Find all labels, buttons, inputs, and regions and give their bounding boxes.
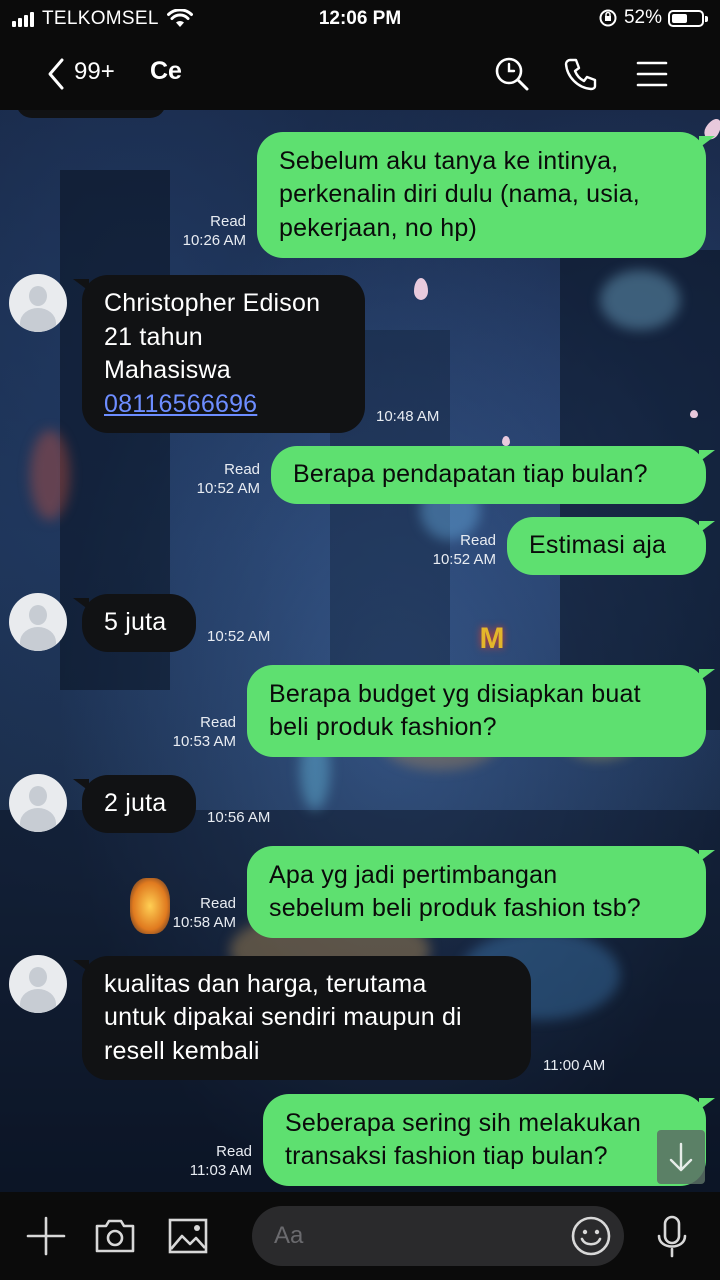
message-meta: Read 10:53 AM: [140, 713, 236, 751]
message-text: 5 juta: [104, 608, 167, 637]
message-meta: Read 11:03 AM: [156, 1142, 252, 1180]
phone-number-link[interactable]: 08116566696: [104, 388, 343, 422]
message-text: Berapa pendapatan tiap bulan?: [293, 460, 648, 489]
read-status: Read: [210, 213, 246, 230]
message-text-line: 21 tahun: [104, 322, 203, 351]
message-time: 10:52 AM: [432, 551, 496, 568]
message-bubble-outgoing[interactable]: Estimasi aja: [507, 517, 715, 575]
message-time: 10:48 AM: [376, 408, 440, 425]
avatar[interactable]: [9, 593, 67, 651]
message-text: Estimasi aja: [529, 531, 667, 560]
battery-percentage: 52%: [623, 7, 662, 28]
phone-icon[interactable]: [561, 54, 601, 94]
battery-icon: [668, 9, 708, 27]
menu-icon[interactable]: [632, 54, 672, 94]
message-meta: Read 10:52 AM: [400, 531, 496, 569]
arrow-down-icon: [669, 1142, 693, 1172]
message-bubble-outgoing[interactable]: Sebelum aku tanya ke intinya, perkenalin…: [257, 132, 715, 258]
message-time: 10:52 AM: [207, 628, 271, 645]
chat-header: 99+ Ce: [0, 38, 720, 110]
emoji-icon[interactable]: [569, 1214, 613, 1258]
message-time: 11:00 AM: [543, 1057, 606, 1074]
avatar[interactable]: [9, 774, 67, 832]
message-time: 10:58 AM: [172, 914, 236, 931]
message-bubble-outgoing[interactable]: Apa yg jadi pertimbangan sebelum beli pr…: [247, 846, 715, 938]
back-icon[interactable]: [38, 54, 78, 94]
message-meta: Read 10:52 AM: [164, 460, 260, 498]
message-bubble-outgoing[interactable]: Berapa pendapatan tiap bulan?: [271, 446, 715, 504]
message-text: Sebelum aku tanya ke intinya, perkenalin…: [279, 146, 640, 242]
read-status: Read: [200, 895, 236, 912]
battery-level-fill: [672, 13, 687, 23]
message-bubble-partial: [16, 110, 166, 118]
orientation-lock-icon: [599, 9, 617, 27]
message-text-line: Christopher Edison: [104, 289, 321, 317]
avatar[interactable]: [9, 274, 67, 332]
read-status: Read: [216, 1143, 252, 1160]
message-bubble-incoming[interactable]: Christopher Edison 21 tahun Mahasiswa 08…: [73, 275, 365, 433]
message-time: 10:56 AM: [207, 809, 271, 826]
message-bubble-outgoing[interactable]: Seberapa sering sih melakukan transaksi …: [263, 1094, 715, 1186]
message-text-line: Mahasiswa: [104, 356, 231, 384]
image-icon[interactable]: [166, 1214, 210, 1258]
message-bubble-outgoing[interactable]: Berapa budget yg disiapkan buat beli pro…: [247, 665, 715, 757]
chat-name[interactable]: Ce: [150, 57, 182, 86]
read-status: Read: [200, 714, 236, 731]
message-time: 11:03 AM: [189, 1162, 252, 1179]
message-time: 10:26 AM: [182, 232, 246, 249]
message-time: 10:52 AM: [196, 480, 260, 497]
read-status: Read: [224, 461, 260, 478]
avatar[interactable]: [9, 955, 67, 1013]
microphone-icon[interactable]: [650, 1214, 694, 1258]
unread-count[interactable]: 99+: [74, 58, 115, 86]
message-text: Apa yg jadi pertimbangan sebelum beli pr…: [269, 860, 641, 923]
scroll-to-bottom-button[interactable]: [657, 1130, 705, 1184]
message-bubble-incoming[interactable]: kualitas dan harga, terutama untuk dipak…: [73, 956, 531, 1080]
message-text: Berapa budget yg disiapkan buat beli pro…: [269, 679, 641, 742]
message-text: Seberapa sering sih melakukan transaksi …: [285, 1108, 642, 1171]
message-bubble-incoming[interactable]: 2 juta: [73, 775, 196, 833]
status-bar: TELKOMSEL 12:06 PM 52%: [0, 0, 720, 38]
message-meta: Read 10:58 AM: [140, 894, 236, 932]
message-text: kualitas dan harga, terutama untuk dipak…: [104, 969, 462, 1065]
message-list[interactable]: Read 10:26 AM Sebelum aku tanya ke intin…: [0, 110, 720, 1192]
message-meta: Read 10:26 AM: [150, 212, 246, 250]
camera-icon[interactable]: [93, 1214, 137, 1258]
message-text: 2 juta: [104, 789, 167, 818]
search-icon[interactable]: [492, 54, 532, 94]
read-status: Read: [460, 532, 496, 549]
plus-icon[interactable]: [24, 1214, 68, 1258]
message-input-bar: [0, 1192, 720, 1280]
message-time: 10:53 AM: [172, 733, 236, 750]
message-bubble-incoming[interactable]: 5 juta: [73, 594, 196, 652]
